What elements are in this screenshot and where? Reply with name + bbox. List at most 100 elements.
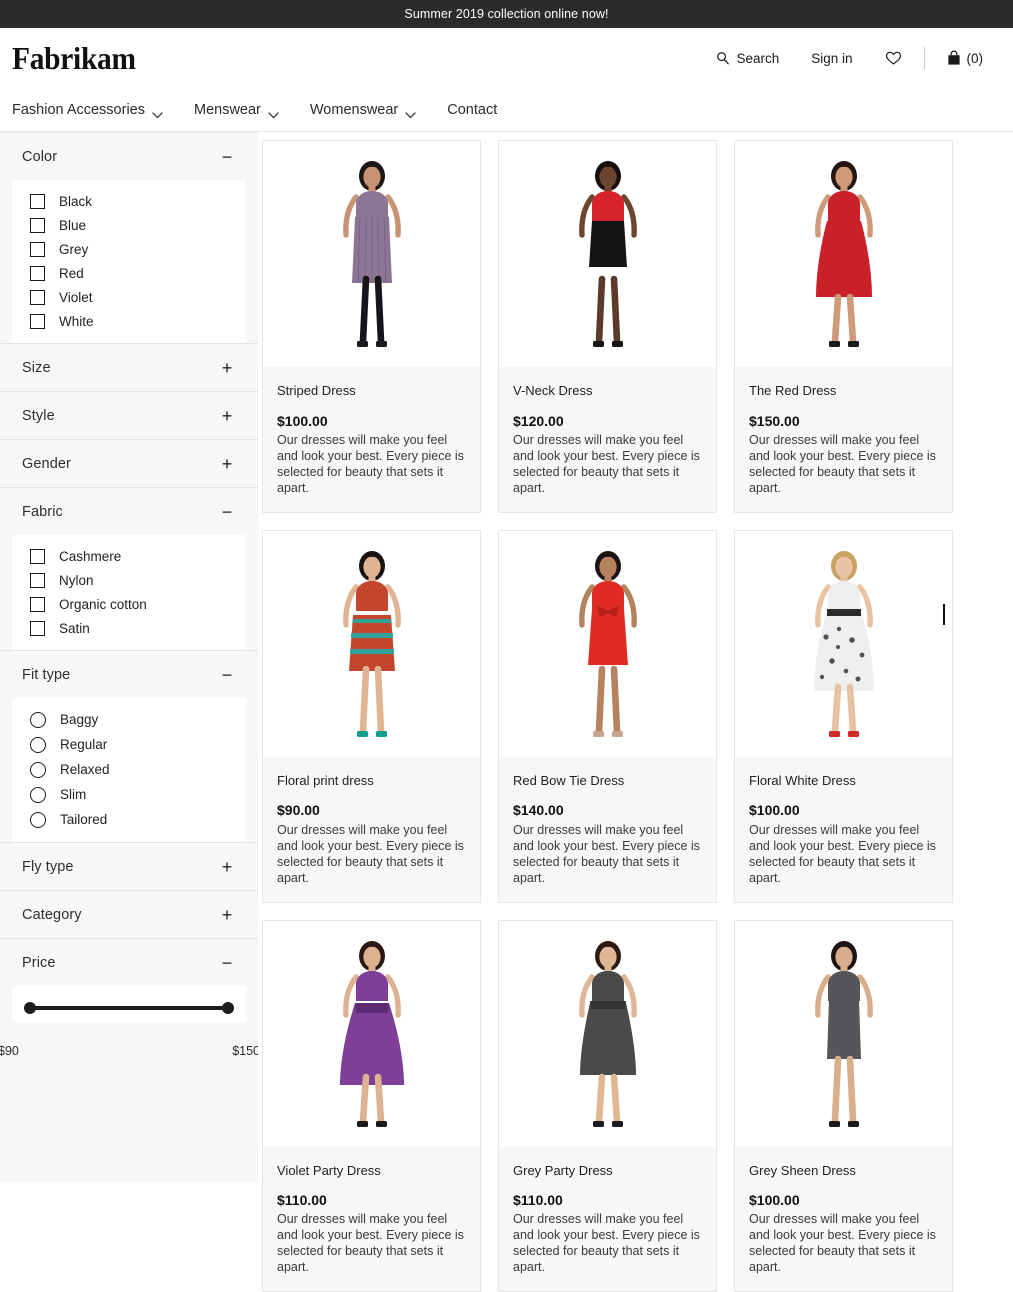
nav-item-fashion-accessories[interactable]: Fashion Accessories: [12, 96, 178, 124]
radio-button[interactable]: [30, 762, 46, 778]
filter-option-blue[interactable]: Blue: [12, 213, 246, 237]
filter-header-size[interactable]: Size+: [0, 343, 258, 391]
filter-option-grey[interactable]: Grey: [12, 237, 246, 261]
product-image[interactable]: [499, 921, 716, 1147]
product-image[interactable]: [263, 531, 480, 757]
collapse-icon[interactable]: −: [220, 503, 234, 521]
wishlist-button[interactable]: [869, 44, 918, 72]
site-logo[interactable]: Fabrikam: [12, 42, 136, 74]
filter-option-cashmere[interactable]: Cashmere: [12, 544, 246, 568]
product-card[interactable]: Grey Sheen Dress$100.00Our dresses will …: [734, 920, 953, 1292]
filter-options: BlackBlueGreyRed Violet White: [12, 180, 246, 343]
product-card[interactable]: V-Neck Dress$120.00Our dresses will make…: [498, 140, 717, 513]
checkbox[interactable]: [30, 194, 45, 209]
product-image[interactable]: [735, 141, 952, 367]
checkbox[interactable]: [30, 266, 45, 281]
product-name[interactable]: The Red Dress: [749, 383, 938, 399]
price-max-label: $150: [232, 1044, 260, 1058]
expand-icon[interactable]: +: [220, 407, 234, 425]
expand-icon[interactable]: +: [220, 858, 234, 876]
filter-option-slim[interactable]: Slim: [12, 782, 246, 807]
product-price: $140.00: [513, 801, 702, 819]
filter-header-price[interactable]: Price −: [0, 938, 258, 986]
collapse-icon[interactable]: −: [220, 954, 234, 972]
filter-options: CashmereNylonOrganic cottonSatin: [12, 535, 246, 650]
collapse-icon[interactable]: −: [220, 148, 234, 166]
collapse-icon[interactable]: −: [220, 666, 234, 684]
search-button[interactable]: Search: [700, 45, 795, 72]
product-description: Our dresses will make you feel and look …: [513, 822, 702, 886]
filter-option-label: Slim: [60, 787, 86, 802]
filter-header-gender[interactable]: Gender+: [0, 439, 258, 487]
checkbox[interactable]: [30, 314, 45, 329]
expand-icon[interactable]: +: [220, 906, 234, 924]
filter-option-black[interactable]: Black: [12, 189, 246, 213]
product-name[interactable]: Red Bow Tie Dress: [513, 773, 702, 789]
filter-option-organic-cotton[interactable]: Organic cotton: [12, 592, 246, 616]
filter-option-relaxed[interactable]: Relaxed: [12, 757, 246, 782]
sign-in-button[interactable]: Sign in: [795, 45, 868, 72]
product-name[interactable]: V-Neck Dress: [513, 383, 702, 399]
product-info: Red Bow Tie Dress $140.00 Our dresses will…: [499, 757, 716, 902]
filter-option-red[interactable]: Red: [12, 261, 246, 285]
filter-header-fabric[interactable]: Fabric −: [0, 487, 258, 535]
checkbox[interactable]: [30, 573, 45, 588]
product-image[interactable]: [735, 531, 952, 757]
nav-item-contact[interactable]: Contact: [447, 96, 513, 124]
product-image[interactable]: [499, 531, 716, 757]
filter-option-label: Violet: [59, 290, 93, 305]
cart-button[interactable]: (0): [931, 44, 1000, 72]
filter-title: Price: [22, 955, 56, 971]
product-image[interactable]: [263, 921, 480, 1147]
product-card[interactable]: Striped Dress$100.00Our dresses will mak…: [262, 140, 481, 513]
filter-option-white[interactable]: White: [12, 309, 246, 333]
filter-option-baggy[interactable]: Baggy: [12, 707, 246, 732]
filter-option-tailored[interactable]: Tailored: [12, 807, 246, 832]
product-card[interactable]: Floral White Dress$100.00Our dresses wil…: [734, 530, 953, 903]
header-divider: [924, 47, 925, 69]
expand-icon[interactable]: +: [220, 359, 234, 377]
product-card[interactable]: Red Bow Tie Dress $140.00 Our dresses will…: [498, 530, 717, 903]
product-card[interactable]: The Red Dress$150.00Our dresses will mak…: [734, 140, 953, 513]
radio-button[interactable]: [30, 787, 46, 803]
filter-option-satin[interactable]: Satin: [12, 616, 246, 640]
slider-handle-min[interactable]: [24, 1002, 36, 1014]
filter-header-color[interactable]: Color−: [0, 132, 258, 180]
slider-handle-max[interactable]: [222, 1002, 234, 1014]
product-name[interactable]: Violet Party Dress: [277, 1163, 466, 1179]
product-card[interactable]: Violet Party Dress$110.00Our dresses wil…: [262, 920, 481, 1292]
product-image[interactable]: [263, 141, 480, 367]
filter-option-regular[interactable]: Regular: [12, 732, 246, 757]
product-name[interactable]: Striped Dress: [277, 383, 466, 399]
price-range-slider[interactable]: [24, 1000, 234, 1016]
product-card[interactable]: Grey Party Dress$110.00Our dresses will …: [498, 920, 717, 1292]
product-name[interactable]: Grey Party Dress: [513, 1163, 702, 1179]
product-description: Our dresses will make you feel and look …: [277, 822, 466, 886]
radio-button[interactable]: [30, 737, 46, 753]
filter-header-fly-type[interactable]: Fly type+: [0, 842, 258, 890]
checkbox[interactable]: [30, 597, 45, 612]
checkbox[interactable]: [30, 621, 45, 636]
filter-header-category[interactable]: Category+: [0, 890, 258, 938]
nav-item-womenswear[interactable]: Womenswear: [310, 96, 431, 124]
product-image[interactable]: [735, 921, 952, 1147]
checkbox[interactable]: [30, 290, 45, 305]
checkbox[interactable]: [30, 218, 45, 233]
product-card[interactable]: Floral print dress$90.00Our dresses will…: [262, 530, 481, 903]
radio-button[interactable]: [30, 712, 46, 728]
filter-title: Fabric: [22, 504, 63, 520]
product-image[interactable]: [499, 141, 716, 367]
nav-item-menswear[interactable]: Menswear: [194, 96, 294, 124]
product-name[interactable]: Floral print dress: [277, 773, 466, 789]
filter-header-fit-type[interactable]: Fit type−: [0, 650, 258, 698]
filter-option-violet[interactable]: Violet: [12, 285, 246, 309]
product-name[interactable]: Floral White Dress: [749, 773, 938, 789]
checkbox[interactable]: [30, 242, 45, 257]
slider-track: [30, 1006, 228, 1010]
filter-header-style[interactable]: Style+: [0, 391, 258, 439]
product-name[interactable]: Grey Sheen Dress: [749, 1163, 938, 1179]
checkbox[interactable]: [30, 549, 45, 564]
expand-icon[interactable]: +: [220, 455, 234, 473]
filter-option-nylon[interactable]: Nylon: [12, 568, 246, 592]
radio-button[interactable]: [30, 812, 46, 828]
